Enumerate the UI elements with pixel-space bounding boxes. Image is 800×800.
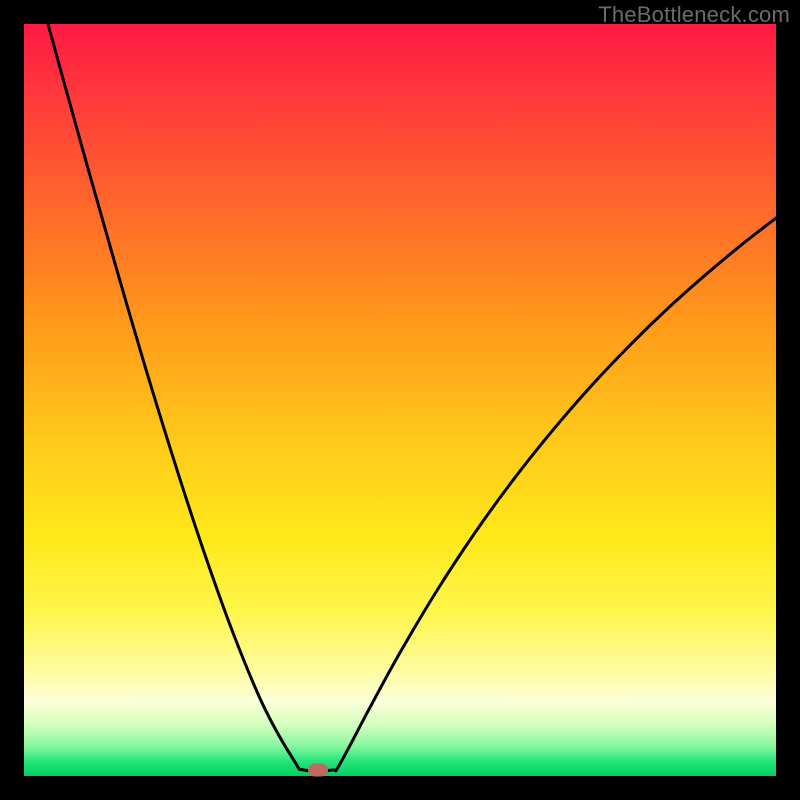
trough-marker xyxy=(308,763,328,776)
curve-layer xyxy=(24,24,776,776)
bottleneck-curve xyxy=(48,24,776,771)
watermark-text: TheBottleneck.com xyxy=(598,2,790,28)
outer-frame: TheBottleneck.com xyxy=(0,0,800,800)
